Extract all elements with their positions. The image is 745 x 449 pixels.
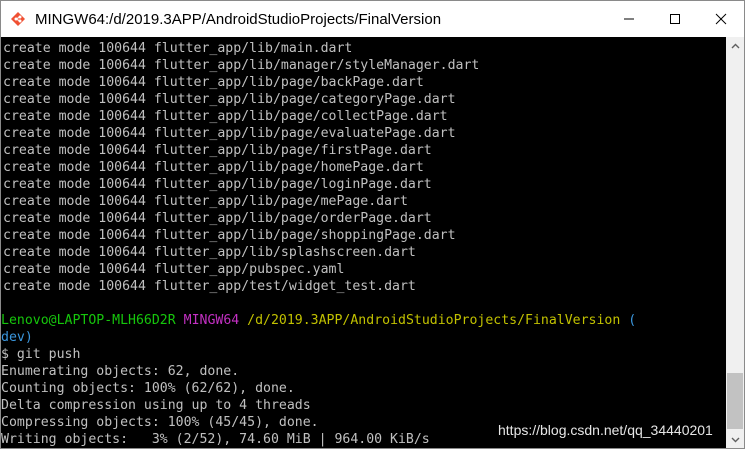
output-line: create mode 100644 flutter_app/lib/page/… <box>3 143 432 158</box>
output-line: create mode 100644 flutter_app/lib/page/… <box>3 126 456 141</box>
output-line: create mode 100644 flutter_app/lib/page/… <box>3 109 448 124</box>
output-line: create mode 100644 flutter_app/pubspec.y… <box>3 262 345 277</box>
output-line: create mode 100644 flutter_app/lib/page/… <box>3 75 424 90</box>
window-controls <box>606 1 744 37</box>
close-icon <box>715 13 727 25</box>
prompt-user-host: Lenovo@LAPTOP-MLH66D2R <box>1 313 176 328</box>
minimize-icon <box>624 18 634 20</box>
scroll-up-button[interactable] <box>726 37 744 54</box>
output-line: create mode 100644 flutter_app/test/widg… <box>3 279 416 294</box>
window-title: MINGW64:/d/2019.3APP/AndroidStudioProjec… <box>35 10 442 28</box>
output-line: create mode 100644 flutter_app/lib/page/… <box>3 160 424 175</box>
prompt-branch-open: ( <box>628 313 637 328</box>
output-line: create mode 100644 flutter_app/lib/page/… <box>3 92 456 107</box>
prompt-path: /d/2019.3APP/AndroidStudioProjects/Final… <box>247 313 621 328</box>
prompt-branch-line: dev) <box>1 329 726 346</box>
vertical-scrollbar[interactable] <box>726 37 744 448</box>
title-bar[interactable]: MINGW64:/d/2019.3APP/AndroidStudioProjec… <box>1 1 744 37</box>
output-line: create mode 100644 flutter_app/lib/splas… <box>3 245 416 260</box>
watermark-text: https://blog.csdn.net/qq_34440201 <box>498 422 713 438</box>
output-line: create mode 100644 flutter_app/lib/manag… <box>3 58 480 73</box>
prompt-env: MINGW64 <box>183 313 240 328</box>
output-line: create mode 100644 flutter_app/lib/page/… <box>3 177 432 192</box>
output-line: create mode 100644 flutter_app/lib/page/… <box>3 228 456 243</box>
scrollbar-thumb[interactable] <box>727 373 743 429</box>
close-button[interactable] <box>698 1 744 37</box>
output-line: create mode 100644 flutter_app/lib/page/… <box>3 194 408 209</box>
scroll-up-icon <box>731 43 739 48</box>
mingw-terminal-icon <box>9 10 27 28</box>
terminal-window: MINGW64:/d/2019.3APP/AndroidStudioProjec… <box>0 0 745 449</box>
output-line: Delta compression using up to 4 threads <box>1 398 311 413</box>
output-line: create mode 100644 flutter_app/lib/main.… <box>3 41 353 56</box>
maximize-button[interactable] <box>652 1 698 37</box>
scroll-down-button[interactable] <box>726 431 744 448</box>
shell-prompt: Lenovo@LAPTOP-MLH66D2R MINGW64 /d/2019.3… <box>1 312 726 329</box>
maximize-icon <box>670 14 680 24</box>
output-line: Counting objects: 100% (62/62), done. <box>1 381 295 396</box>
command-line: $ git push <box>1 347 81 362</box>
scroll-down-icon <box>731 437 739 442</box>
output-line: create mode 100644 flutter_app/lib/page/… <box>3 211 432 226</box>
terminal-output[interactable]: create mode 100644 flutter_app/lib/main.… <box>1 37 726 448</box>
prompt-branch: dev) <box>1 330 33 345</box>
minimize-button[interactable] <box>606 1 652 37</box>
output-line: Enumerating objects: 62, done. <box>1 364 240 379</box>
